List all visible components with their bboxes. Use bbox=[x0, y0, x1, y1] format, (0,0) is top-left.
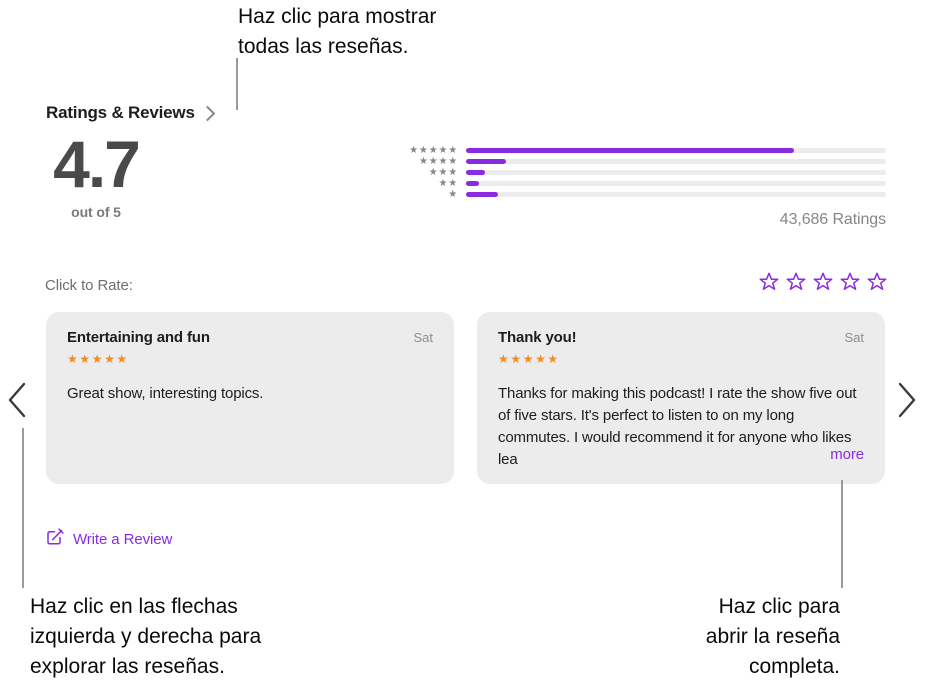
histogram-row: ★★★ bbox=[388, 167, 886, 178]
histogram-fill bbox=[466, 148, 794, 153]
histogram-fill bbox=[466, 159, 506, 164]
review-body-text: Great show, interesting topics. bbox=[67, 385, 264, 402]
average-rating-scale: out of 5 bbox=[71, 204, 121, 220]
write-a-review-button[interactable]: Write a Review bbox=[47, 528, 172, 550]
review-card-header: Entertaining and fun Sat bbox=[67, 329, 433, 346]
callout-top-leader-line bbox=[236, 58, 238, 110]
histogram-row: ★ bbox=[388, 189, 886, 200]
rating-histogram: ★★★★★ ★★★★ ★★★ ★★ ★ bbox=[388, 145, 886, 200]
histogram-track bbox=[466, 170, 886, 175]
histogram-star-label: ★★★★ bbox=[418, 155, 458, 167]
callout-bottom-left-text: Haz clic en las flechas izquierda y dere… bbox=[30, 595, 262, 678]
review-card[interactable]: Entertaining and fun Sat ★★★★★ Great sho… bbox=[46, 312, 454, 484]
histogram-row: ★★★★ bbox=[388, 156, 886, 167]
page-title: Ratings & Reviews bbox=[46, 103, 195, 122]
star-outline-icon[interactable] bbox=[759, 272, 779, 296]
click-to-rate-label: Click to Rate: bbox=[45, 277, 133, 294]
histogram-row: ★★ bbox=[388, 178, 886, 189]
review-title: Thank you! bbox=[498, 329, 577, 346]
callout-top-text: Haz clic para mostrar todas las reseñas. bbox=[238, 5, 437, 58]
histogram-fill bbox=[466, 181, 479, 186]
callout-bottom-left-leader-line bbox=[22, 428, 24, 588]
review-title: Entertaining and fun bbox=[67, 329, 210, 346]
histogram-row: ★★★★★ bbox=[388, 145, 886, 156]
more-link[interactable]: more bbox=[830, 446, 864, 463]
chevron-right-icon[interactable] bbox=[199, 105, 215, 122]
review-star-rating: ★★★★★ bbox=[498, 352, 560, 366]
chevron-right-icon[interactable] bbox=[896, 381, 918, 419]
callout-bottom-right-leader-line bbox=[841, 480, 843, 588]
review-date: Sat bbox=[413, 330, 433, 345]
histogram-star-label: ★ bbox=[448, 188, 458, 200]
average-rating-value: 4.7 bbox=[53, 127, 141, 201]
ratings-reviews-header[interactable]: Ratings & Reviews bbox=[46, 103, 215, 123]
review-card-header: Thank you! Sat bbox=[498, 329, 864, 346]
histogram-star-label: ★★★ bbox=[428, 166, 458, 178]
average-rating-block: 4.7 out of 5 bbox=[46, 128, 146, 220]
star-outline-icon[interactable] bbox=[786, 272, 806, 296]
histogram-track bbox=[466, 181, 886, 186]
review-date: Sat bbox=[844, 330, 864, 345]
click-to-rate-stars[interactable] bbox=[759, 272, 887, 296]
star-outline-icon[interactable] bbox=[813, 272, 833, 296]
histogram-star-label: ★★★★★ bbox=[409, 144, 458, 156]
more-link-container[interactable]: more bbox=[770, 446, 885, 464]
histogram-fill bbox=[466, 170, 485, 175]
write-a-review-label: Write a Review bbox=[73, 530, 173, 548]
review-card[interactable]: Thank you! Sat ★★★★★ Thanks for making t… bbox=[477, 312, 885, 484]
ratings-count-label: 43,686 Ratings bbox=[779, 211, 886, 228]
callout-bottom-right-text: Haz clic para abrir la reseña completa. bbox=[705, 595, 840, 678]
histogram-fill bbox=[466, 192, 498, 197]
chevron-left-icon[interactable] bbox=[6, 381, 28, 419]
star-outline-icon[interactable] bbox=[840, 272, 860, 296]
compose-pencil-icon bbox=[47, 528, 64, 550]
review-star-rating: ★★★★★ bbox=[67, 352, 129, 366]
histogram-track bbox=[466, 192, 886, 197]
star-outline-icon[interactable] bbox=[867, 272, 887, 296]
histogram-track bbox=[466, 148, 886, 153]
histogram-track bbox=[466, 159, 886, 164]
histogram-star-label: ★★ bbox=[438, 177, 458, 189]
